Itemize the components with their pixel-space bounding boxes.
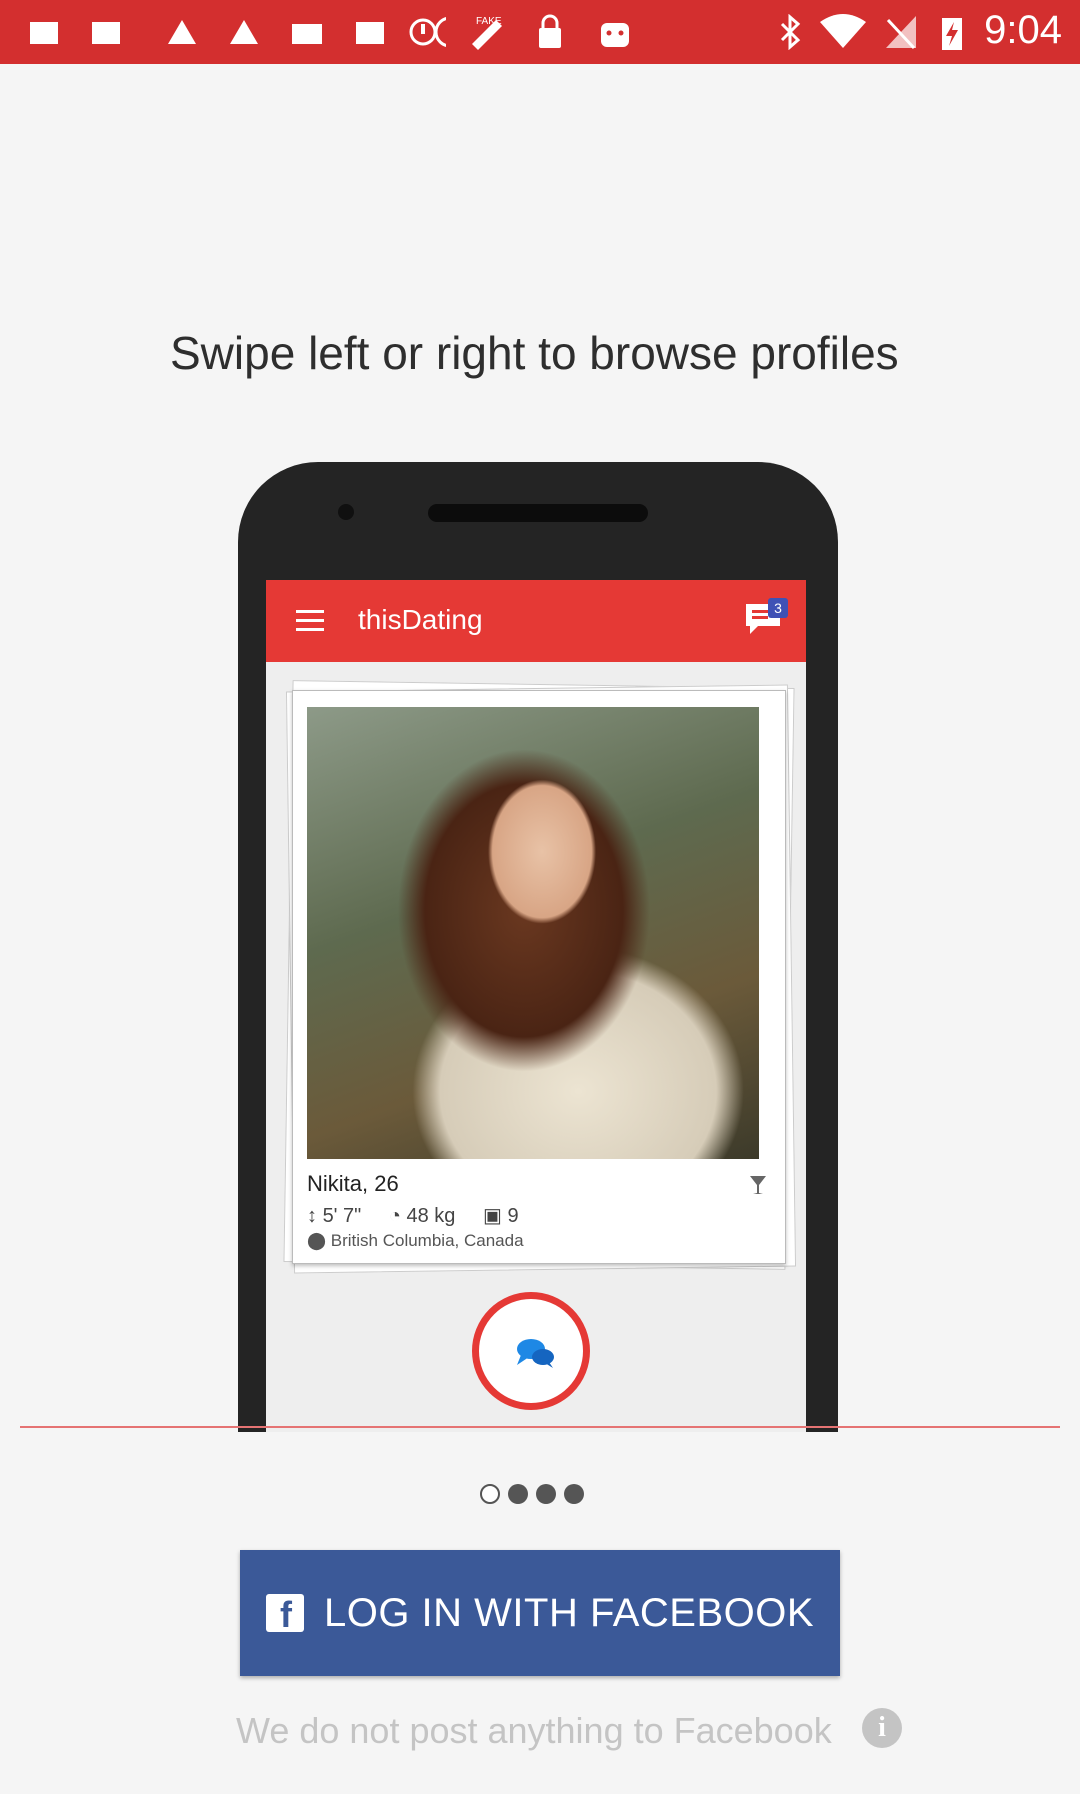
sync-icon (409, 18, 437, 46)
profile-stats: ↕ 5' 7" ◔ 48 kg ▣ 9 (307, 1203, 541, 1228)
facebook-login-button[interactable]: f LOG IN WITH FACEBOOK (240, 1550, 840, 1676)
profile-card: Nikita, 26 ↕ 5' 7" ◔ 48 kg ▣ 9 ⬤ British… (292, 690, 786, 1264)
location-pin-icon: ⬤ (307, 1231, 327, 1250)
profile-photo (307, 707, 759, 1159)
bluetooth-icon (780, 14, 801, 50)
weight-stat: ◔ 48 kg (388, 1205, 456, 1227)
photos-stat: ▣ 9 (483, 1205, 519, 1227)
no-signal-icon (886, 16, 916, 50)
page-dot-4[interactable] (564, 1484, 584, 1504)
instruction-text: Swipe left or right to browse profiles (170, 327, 899, 379)
divider (20, 1426, 1060, 1428)
preview-app-title: thisDating (358, 604, 483, 635)
photos-value: 9 (507, 1205, 519, 1227)
clock: 9:04 (984, 8, 1062, 52)
app-preview-image: thisDating 3 Nikita, 26 ↕ 5' 7" ◔ 48 kg … (238, 462, 840, 1432)
phone-frame: thisDating 3 Nikita, 26 ↕ 5' 7" ◔ 48 kg … (238, 462, 838, 1432)
chat-bubbles-icon (517, 1339, 554, 1368)
facebook-icon: f (265, 1594, 304, 1633)
chat-badge: 3 (768, 598, 788, 618)
lock-icon (539, 14, 561, 48)
menu-icon (296, 610, 324, 632)
drink-icon (750, 1176, 766, 1194)
weight-value: 48 kg (406, 1205, 456, 1227)
height-value: 5' 7" (322, 1205, 362, 1227)
wifi-icon (820, 14, 866, 48)
facebook-disclaimer: We do not post anything to Facebook (236, 1710, 832, 1751)
page-indicator[interactable] (480, 1484, 590, 1508)
preview-app-bar: thisDating 3 (266, 580, 806, 662)
location-text: British Columbia, Canada (330, 1231, 524, 1250)
fake-gps-icon: FAKE (472, 16, 502, 50)
phone-screen: thisDating 3 Nikita, 26 ↕ 5' 7" ◔ 48 kg … (266, 580, 806, 1432)
info-icon[interactable]: i (862, 1708, 902, 1748)
svg-text:FAKE: FAKE (476, 16, 502, 27)
profile-location: ⬤ British Columbia, Canada (307, 1231, 524, 1251)
facebook-login-label: LOG IN WITH FACEBOOK (323, 1590, 815, 1635)
profile-name: Nikita, 26 (307, 1171, 399, 1196)
phone-speaker (428, 504, 648, 522)
battery-charging-icon (942, 18, 962, 50)
page-dot-3[interactable] (536, 1484, 556, 1504)
notification-icons (30, 17, 446, 47)
status-bar: FAKE 9:04 (0, 0, 1080, 64)
android-icon (601, 23, 629, 47)
page-dot-1[interactable] (480, 1484, 500, 1504)
phone-camera (338, 504, 354, 520)
page-dot-2[interactable] (508, 1484, 528, 1504)
preview-chat-button (472, 1292, 590, 1410)
height-stat: ↕ 5' 7" (307, 1205, 362, 1227)
